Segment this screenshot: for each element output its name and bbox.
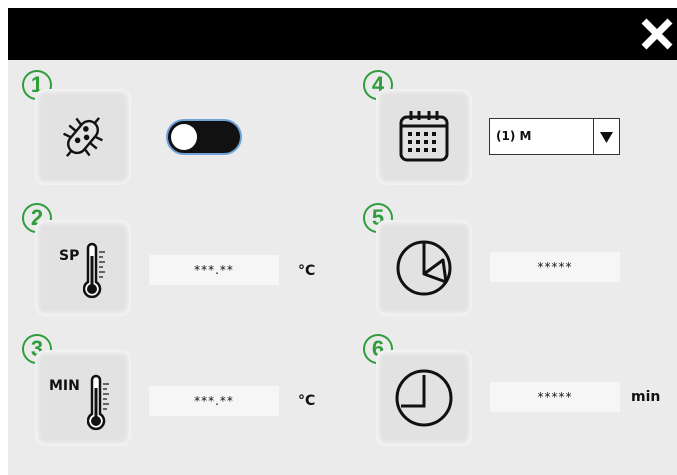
interval-dropdown-value: (1) M (496, 129, 532, 143)
interval-dropdown[interactable]: (1) M (489, 118, 620, 155)
duration-tile[interactable] (376, 350, 472, 446)
timer-tile[interactable] (376, 220, 472, 316)
setpoint-label: SP (59, 248, 80, 264)
timer-pie-icon (396, 240, 452, 296)
timer-value-field[interactable]: ***** (490, 252, 620, 282)
clock-icon (395, 369, 453, 427)
toggle-switch[interactable] (166, 119, 242, 155)
min-temperature-tile[interactable]: MIN (35, 350, 131, 446)
setpoint-tile[interactable]: SP (35, 220, 131, 316)
settings-panel: 1 2 SP ***.** °C 3 MIN ***.** °C 4 (1) M… (8, 60, 677, 475)
setpoint-unit: °C (298, 263, 316, 279)
close-icon[interactable] (639, 16, 675, 52)
bacteria-tile[interactable] (35, 89, 131, 185)
chevron-down-icon (600, 132, 613, 143)
thermometer-icon (83, 242, 105, 299)
thermometer-icon (87, 374, 109, 431)
dropdown-arrow[interactable] (593, 119, 619, 154)
min-temperature-unit: °C (298, 393, 316, 409)
calendar-icon (399, 111, 449, 162)
min-label: MIN (49, 378, 80, 394)
duration-unit: min (631, 389, 661, 405)
min-temperature-value-field[interactable]: ***.** (149, 386, 279, 416)
setpoint-value-field[interactable]: ***.** (149, 255, 279, 285)
header-bar (8, 8, 677, 60)
bacteria-icon (63, 117, 103, 157)
toggle-knob (171, 124, 197, 150)
calendar-tile[interactable] (376, 89, 472, 185)
duration-value-field[interactable]: ***** (490, 382, 620, 412)
